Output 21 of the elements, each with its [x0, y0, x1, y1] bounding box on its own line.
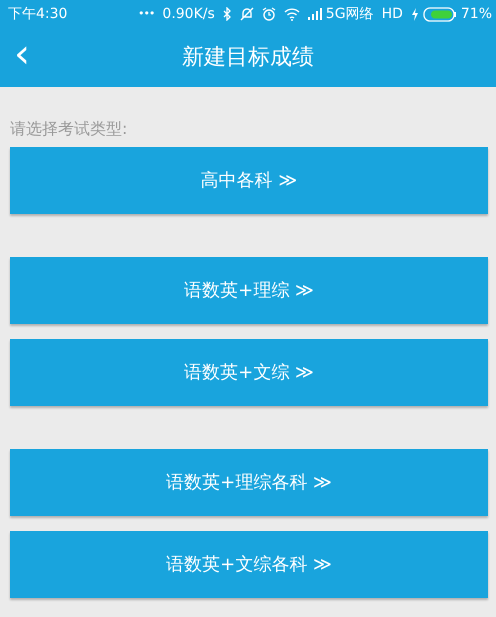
network-type: 5G网络: [326, 4, 374, 24]
alarm-icon: [262, 7, 276, 21]
exam-type-button[interactable]: 语数英+理综各科 ≫: [10, 449, 488, 516]
exam-type-button[interactable]: 语数英+文综 ≫: [10, 339, 488, 406]
more-icon: •••: [138, 6, 154, 22]
network-speed: 0.90K/s: [162, 4, 215, 24]
exam-type-button[interactable]: 语数英+文综各科 ≫: [10, 531, 488, 598]
bluetooth-icon: [222, 7, 232, 21]
back-button[interactable]: ‹: [10, 36, 34, 72]
charging-icon: [410, 8, 419, 20]
status-time: 下午4:30: [8, 4, 68, 24]
wifi-icon: [284, 8, 300, 20]
hd-label: HD: [382, 4, 403, 24]
page-title: 新建目标成绩: [182, 44, 314, 72]
prompt-text: 请选择考试类型:: [9, 118, 128, 140]
battery-icon: [422, 6, 457, 22]
mute-icon: [240, 7, 254, 21]
exam-type-button[interactable]: 语数英+理综 ≫: [10, 257, 488, 324]
signal-icon: [308, 8, 322, 20]
exam-type-button[interactable]: 高中各科 ≫: [10, 147, 488, 214]
battery-percent: 71%: [460, 4, 492, 24]
